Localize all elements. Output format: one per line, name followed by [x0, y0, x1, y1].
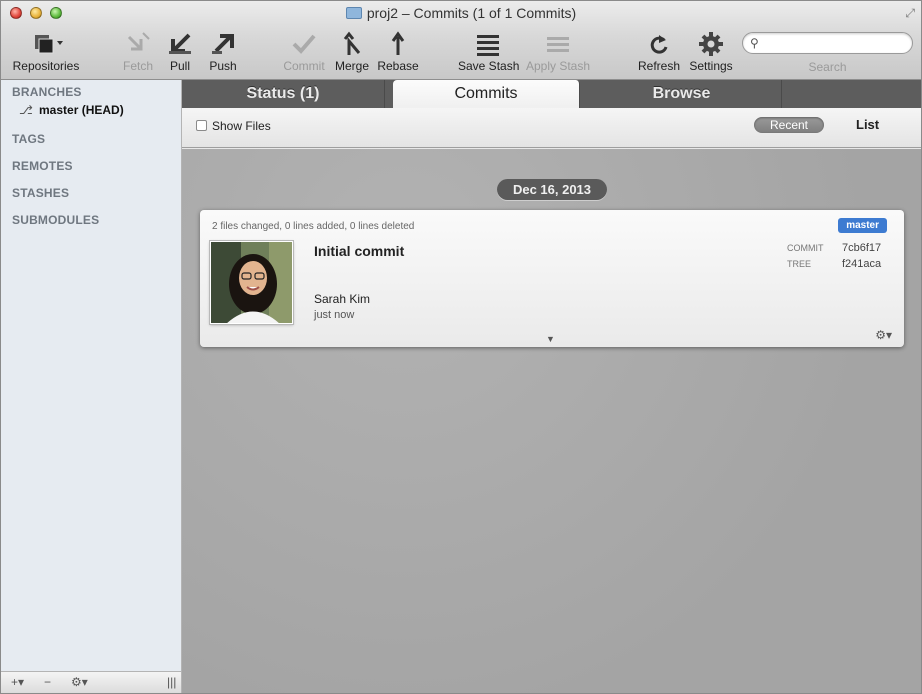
commit-hash[interactable]: 7cb6f17 — [842, 242, 881, 254]
sidebar-branches-header[interactable]: BRANCHES — [12, 85, 82, 99]
resize-handle[interactable]: ||| — [167, 675, 176, 689]
search-input[interactable]: ⚲ — [742, 32, 913, 54]
gear-icon — [699, 32, 723, 56]
commit-time: just now — [314, 309, 355, 321]
sidebar-footer: +▾ − ⚙▾ ||| — [1, 671, 182, 693]
date-header: Dec 16, 2013 — [497, 179, 607, 200]
branch-badge: master — [838, 218, 887, 233]
rebase-label: Rebase — [377, 59, 419, 73]
repositories-icon — [35, 35, 63, 54]
stash-icon — [477, 35, 499, 56]
sidebar: BRANCHES ⎇ master (HEAD) TAGS REMOTES STA… — [1, 80, 182, 671]
commit-author: Sarah Kim — [314, 292, 371, 306]
show-files-checkbox[interactable] — [196, 120, 207, 131]
commit-hash-label: COMMIT — [787, 243, 824, 253]
sidebar-item-branch-master[interactable]: ⎇ master (HEAD) — [19, 103, 124, 117]
save-stash-label: Save Stash — [458, 59, 520, 73]
merge-label: Merge — [334, 59, 369, 73]
pull-label: Pull — [169, 59, 190, 73]
checkmark-icon — [292, 34, 316, 54]
tree-hash[interactable]: f241aca — [842, 258, 881, 270]
search-label: Search — [808, 60, 847, 74]
avatar-image — [211, 242, 292, 323]
folder-icon — [345, 7, 362, 19]
toolbar: proj2 – Commits (1 of 1 Commits) ⤢ Repos… — [1, 1, 921, 80]
sidebar-gear-button[interactable]: ⚙▾ — [71, 675, 88, 689]
tab-commits[interactable]: Commits — [393, 80, 580, 109]
show-files-label[interactable]: Show Files — [212, 119, 271, 133]
pull-button[interactable]: Pull — [163, 31, 197, 73]
merge-button[interactable]: Merge — [334, 31, 370, 73]
fetch-button[interactable]: Fetch — [119, 31, 157, 73]
repositories-button[interactable]: Repositories — [11, 31, 81, 73]
window-title-text: proj2 – Commits (1 of 1 Commits) — [366, 5, 577, 21]
search-icon: ⚲ — [750, 36, 759, 50]
avatar — [210, 241, 293, 324]
fullscreen-icon[interactable]: ⤢ — [905, 6, 915, 21]
settings-button[interactable]: Settings — [687, 31, 735, 73]
branch-label: master (HEAD) — [39, 103, 124, 117]
rebase-icon — [391, 31, 405, 55]
settings-label: Settings — [689, 59, 733, 73]
list-view-button[interactable]: List — [856, 117, 879, 132]
pull-icon — [169, 33, 191, 54]
apply-stash-label: Apply Stash — [525, 59, 591, 73]
apply-stash-icon — [547, 37, 569, 52]
add-button[interactable]: +▾ — [11, 675, 24, 689]
sidebar-remotes-header[interactable]: REMOTES — [12, 159, 73, 173]
sidebar-stashes-header[interactable]: STASHES — [12, 186, 69, 200]
refresh-button[interactable]: Refresh — [637, 31, 681, 73]
tab-status[interactable]: Status (1) — [182, 80, 385, 108]
branch-icon: ⎇ — [19, 103, 33, 117]
rebase-button[interactable]: Rebase — [377, 31, 419, 73]
commit-button[interactable]: Commit — [281, 31, 327, 73]
tree-hash-label: TREE — [787, 259, 812, 269]
refresh-label: Refresh — [637, 59, 681, 73]
save-stash-button[interactable]: Save Stash — [458, 31, 520, 73]
refresh-icon — [650, 35, 668, 54]
commit-message: Initial commit — [314, 243, 405, 259]
commit-card[interactable]: 2 files changed, 0 lines added, 0 lines … — [200, 210, 904, 347]
push-label: Push — [209, 59, 237, 73]
commit-label: Commit — [283, 59, 325, 73]
commits-filter-bar: Show Files Recent List — [182, 108, 921, 148]
recent-view-button[interactable]: Recent — [754, 117, 824, 133]
apply-stash-button[interactable]: Apply Stash — [524, 31, 592, 73]
tab-bar: Status (1) Commits Browse — [182, 80, 921, 109]
tab-browse[interactable]: Browse — [582, 80, 782, 108]
commit-gear-icon[interactable]: ⚙▾ — [875, 328, 892, 342]
remove-button[interactable]: − — [44, 675, 51, 689]
commits-list: Dec 16, 2013 2 files changed, 0 lines ad… — [182, 149, 921, 693]
fetch-icon — [127, 32, 150, 51]
window-title: proj2 – Commits (1 of 1 Commits) — [1, 5, 921, 21]
push-icon — [212, 34, 234, 54]
repositories-label: Repositories — [12, 59, 80, 73]
commit-stats: 2 files changed, 0 lines added, 0 lines … — [212, 221, 415, 232]
fetch-label: Fetch — [122, 59, 153, 73]
push-button[interactable]: Push — [205, 31, 241, 73]
expand-chevron-icon[interactable]: ▼ — [546, 334, 555, 344]
sidebar-submodules-header[interactable]: SUBMODULES — [12, 213, 99, 227]
app-window: proj2 – Commits (1 of 1 Commits) ⤢ Repos… — [0, 0, 922, 694]
sidebar-tags-header[interactable]: TAGS — [12, 132, 45, 146]
merge-icon — [343, 31, 361, 55]
